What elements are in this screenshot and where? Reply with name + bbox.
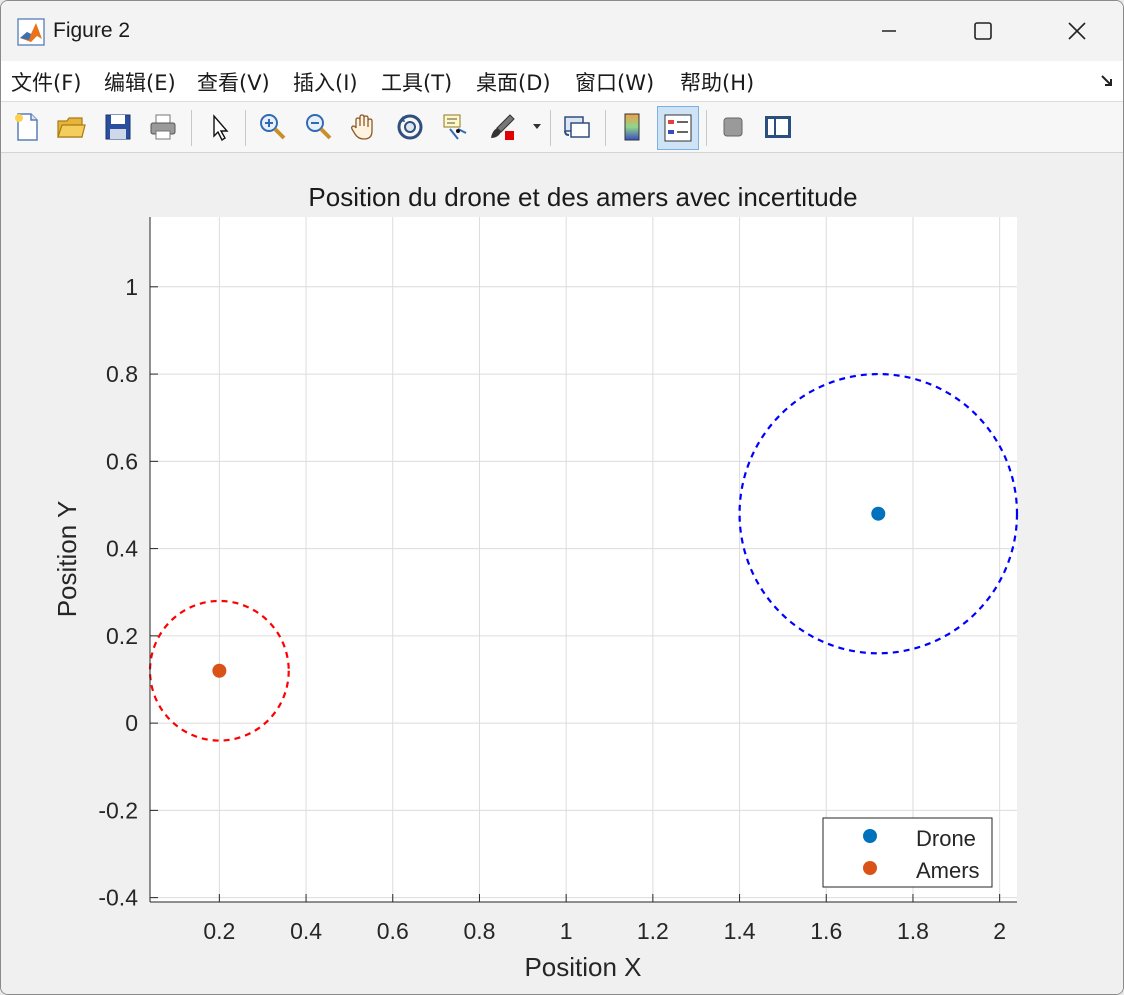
axes-background xyxy=(150,217,1017,902)
y-tick-label: 0 xyxy=(125,710,138,736)
zoom-in-button[interactable] xyxy=(252,106,292,148)
hide-plot-tools-button[interactable] xyxy=(713,106,753,148)
pan-icon xyxy=(351,114,373,140)
new-figure-icon xyxy=(15,113,38,141)
menu-file[interactable]: 文件(F) xyxy=(11,67,81,97)
toolbar xyxy=(1,102,1123,153)
show-plot-tools-button[interactable] xyxy=(758,106,798,148)
maximize-button[interactable] xyxy=(937,1,1029,61)
menu-window[interactable]: 窗口(W) xyxy=(575,67,654,97)
x-tick-label: 0.8 xyxy=(463,918,495,944)
toolbar-separator xyxy=(706,110,707,146)
menu-insert[interactable]: 插入(I) xyxy=(293,67,358,97)
data-point-drone xyxy=(871,506,886,521)
figure-canvas: 0.2 0.4 0.6 0.8 1 1.2 1.4 1.6 1.8 2 -0.4 -0.2 0 0.2 0.… xyxy=(1,153,1123,994)
close-icon xyxy=(1068,22,1086,40)
x-tick-label: 1.6 xyxy=(810,918,842,944)
hide-plot-tools-icon xyxy=(723,117,743,137)
legend-marker-amers xyxy=(863,861,877,875)
x-tick-label: 1.2 xyxy=(637,918,669,944)
print-button[interactable] xyxy=(143,106,183,148)
toolbar-separator xyxy=(605,110,606,146)
save-icon xyxy=(105,114,131,140)
menu-tools[interactable]: 工具(T) xyxy=(381,67,452,97)
zoom-out-icon xyxy=(306,114,332,140)
matlab-icon xyxy=(17,18,45,46)
brush-button[interactable] xyxy=(482,106,522,148)
toolbar-separator xyxy=(550,110,551,146)
brush-icon xyxy=(491,114,515,140)
x-tick-label: 0.2 xyxy=(203,918,235,944)
link-plot-button[interactable] xyxy=(557,106,597,148)
y-axis-label: Position Y xyxy=(52,501,82,618)
x-tick-label: 0.4 xyxy=(290,918,322,944)
zoom-in-icon xyxy=(260,114,286,140)
x-tick-label: 1.4 xyxy=(724,918,756,944)
dock-arrow-icon[interactable] xyxy=(1099,73,1115,89)
rotate-3d-button[interactable] xyxy=(390,106,430,148)
menu-bar: 文件(F) 编辑(E) 查看(V) 插入(I) 工具(T) 桌面(D) 窗口(W… xyxy=(1,61,1123,102)
pan-button[interactable] xyxy=(344,106,384,148)
minimize-button[interactable] xyxy=(843,1,935,61)
y-tick-label: 0.2 xyxy=(106,623,138,649)
y-tick-label: -0.2 xyxy=(98,797,138,823)
x-tick-label: 1 xyxy=(560,918,573,944)
y-tick-label: 0.4 xyxy=(106,536,138,562)
legend[interactable]: Drone Amers xyxy=(822,817,993,888)
y-tick-label: 0.6 xyxy=(106,448,138,474)
zoom-out-button[interactable] xyxy=(298,106,338,148)
toolbar-separator xyxy=(191,110,192,146)
print-icon xyxy=(150,114,176,140)
plot-svg[interactable]: 0.2 0.4 0.6 0.8 1 1.2 1.4 1.6 1.8 2 -0.4 -0.2 0 0.2 0.… xyxy=(1,153,1123,994)
legend-icon xyxy=(664,114,692,142)
data-point-amers xyxy=(212,663,227,678)
data-cursor-button[interactable] xyxy=(436,106,476,148)
rotate-3d-icon xyxy=(397,114,423,140)
legend-label-drone: Drone xyxy=(916,826,976,851)
minimize-icon xyxy=(882,30,896,32)
menu-edit[interactable]: 编辑(E) xyxy=(104,67,176,97)
chart-title: Position du drone et des amers avec ince… xyxy=(308,182,857,212)
brush-dropdown-icon[interactable] xyxy=(532,123,542,131)
open-file-button[interactable] xyxy=(51,106,91,148)
title-bar: Figure 2 xyxy=(1,1,1123,61)
menu-view[interactable]: 查看(V) xyxy=(197,67,270,97)
close-button[interactable] xyxy=(1031,1,1123,61)
x-axis-label: Position X xyxy=(524,952,641,982)
window-title: Figure 2 xyxy=(53,19,131,42)
legend-label-amers: Amers xyxy=(916,858,980,883)
maximize-icon xyxy=(974,22,992,40)
figure-window: Figure 2 文件(F) 编辑(E) 查看(V) 插入(I) 工具(T) 桌… xyxy=(0,0,1124,995)
colorbar-button[interactable] xyxy=(612,106,652,148)
show-plot-tools-icon xyxy=(765,116,791,138)
x-tick-label: 2 xyxy=(993,918,1006,944)
data-cursor-icon xyxy=(443,114,467,140)
menu-help[interactable]: 帮助(H) xyxy=(680,67,754,97)
y-tick-label: 0.8 xyxy=(106,361,138,387)
open-file-icon xyxy=(57,117,86,138)
x-tick-label: 0.6 xyxy=(377,918,409,944)
x-tick-label: 1.8 xyxy=(897,918,929,944)
menu-desktop[interactable]: 桌面(D) xyxy=(476,67,551,97)
pointer-button[interactable] xyxy=(199,106,239,148)
y-tick-label: 1 xyxy=(125,274,138,300)
pointer-icon xyxy=(213,114,229,142)
save-button[interactable] xyxy=(98,106,138,148)
legend-button[interactable] xyxy=(657,106,699,150)
colorbar-icon xyxy=(624,113,640,141)
link-plot-icon xyxy=(564,116,590,138)
y-tick-label: -0.4 xyxy=(98,885,138,911)
legend-marker-drone xyxy=(863,829,877,843)
new-figure-button[interactable] xyxy=(7,106,47,148)
toolbar-separator xyxy=(245,110,246,146)
